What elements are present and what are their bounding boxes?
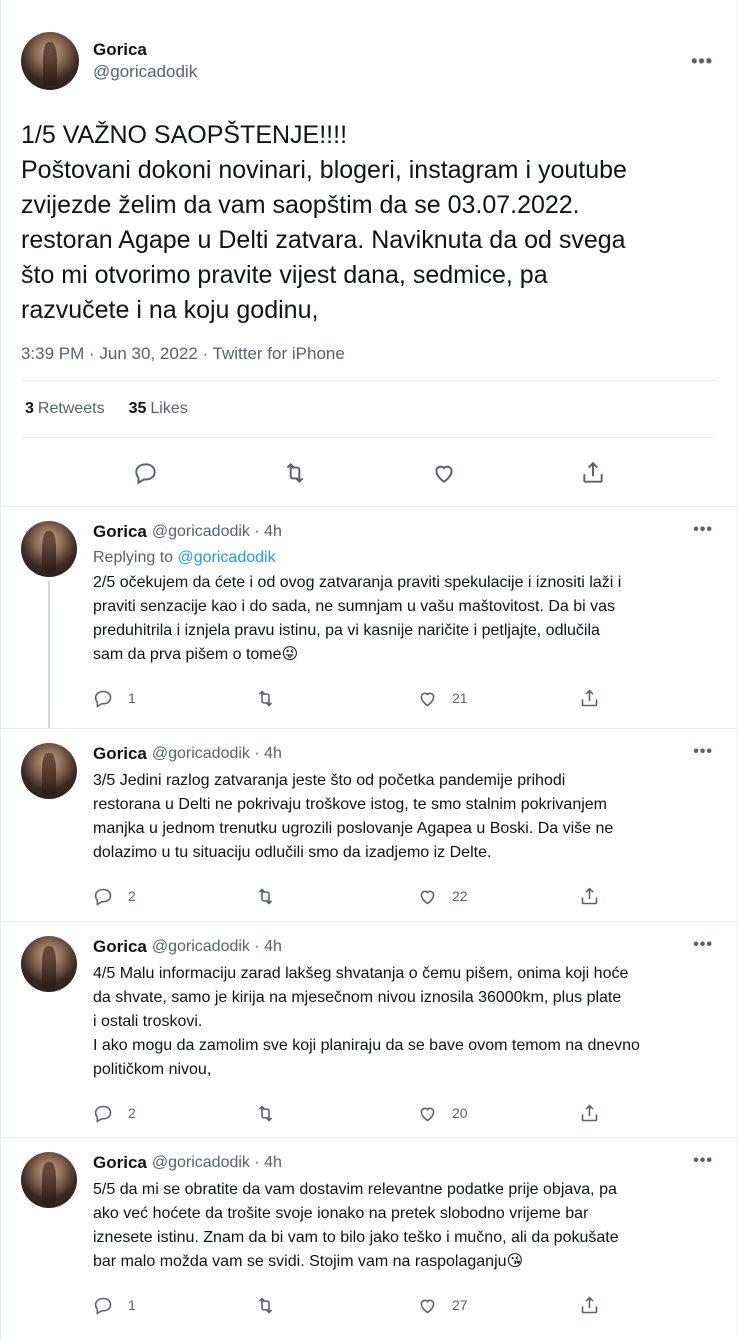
like-icon (420, 692, 435, 706)
avatar[interactable] (21, 936, 77, 992)
reply-count: 2 (128, 888, 136, 904)
tweet-text: 1/5 VAŽNO SAOPŠTENJE!!!! Poštovani dokon… (21, 121, 627, 324)
retweet-button[interactable] (255, 688, 417, 709)
main-tweet-header: Gorica @goricadodik ••• (21, 30, 717, 92)
more-icon[interactable]: ••• (693, 1152, 713, 1170)
reply-tweet[interactable]: Gorica @goricadodik · 4h 3/5 Jedini razl… (1, 729, 737, 922)
reply-author-name[interactable]: Gorica (93, 744, 147, 764)
replying-to-link[interactable]: @goricadodik (178, 549, 276, 566)
share-button[interactable] (579, 886, 600, 907)
like-icon (420, 890, 435, 904)
likes-count: 35 (128, 400, 147, 417)
reply-count: 1 (128, 1297, 136, 1313)
retweet-icon[interactable] (282, 460, 308, 486)
retweet-button[interactable] (255, 886, 417, 907)
retweet-icon (258, 887, 273, 905)
share-icon (581, 1104, 598, 1121)
reply-count: 2 (128, 1105, 136, 1121)
reply-text: 2/5 očekujem da ćete i od ovog zatvaranj… (93, 574, 622, 663)
like-icon (420, 1299, 435, 1313)
retweet-button[interactable] (255, 1103, 417, 1124)
replying-to-label: Replying to (93, 549, 178, 566)
replying-to: Replying to @goricadodik (93, 549, 715, 567)
like-icon (420, 1107, 435, 1121)
reply-tweet[interactable]: Gorica @goricadodik · 4h 4/5 Malu inform… (1, 922, 737, 1138)
likes-stat[interactable]: 35 Likes (129, 400, 188, 418)
reply-handle-time[interactable]: @goricadodik · 4h (152, 523, 282, 541)
reply-actions: 1 27 (93, 1282, 715, 1328)
reply-actions: 1 21 (93, 675, 715, 721)
reply-actions: 2 22 (93, 873, 715, 919)
share-icon (581, 887, 598, 904)
like-count: 27 (452, 1297, 468, 1313)
reply-icon (94, 690, 112, 708)
like-button[interactable]: 22 (417, 886, 579, 907)
share-button[interactable] (579, 688, 600, 709)
share-button[interactable] (579, 1103, 600, 1124)
more-icon[interactable]: ••• (691, 51, 713, 72)
more-icon[interactable]: ••• (693, 743, 713, 761)
like-button[interactable]: 27 (417, 1295, 579, 1316)
like-count: 22 (452, 888, 468, 904)
main-tweet: Gorica @goricadodik ••• 1/5 VAŽNO SAOPŠT… (1, 0, 737, 507)
retweet-icon (258, 1104, 273, 1122)
reply-text: 5/5 da mi se obratite da vam dostavim re… (93, 1181, 619, 1270)
retweet-icon (258, 1296, 273, 1314)
more-icon[interactable]: ••• (693, 521, 713, 539)
like-button[interactable]: 20 (417, 1103, 579, 1124)
more-icon[interactable]: ••• (693, 936, 713, 954)
reply-handle-time[interactable]: @goricadodik · 4h (152, 938, 282, 956)
like-count: 21 (452, 690, 468, 706)
likes-label: Likes (150, 400, 188, 417)
reply-actions: 2 20 (93, 1090, 715, 1136)
tweet-thread: Gorica @goricadodik ••• 1/5 VAŽNO SAOPŠT… (0, 0, 738, 1339)
retweets-stat[interactable]: 3 Retweets (25, 400, 105, 418)
share-icon (581, 1296, 598, 1313)
reply-handle-time[interactable]: @goricadodik · 4h (152, 745, 282, 763)
reply-icon (94, 888, 112, 906)
reply-text: 4/5 Malu informaciju zarad lakšeg shvata… (93, 965, 640, 1078)
reply-icon (94, 1105, 112, 1123)
tweet-stats: 3 Retweets 35 Likes (21, 381, 717, 437)
reply-count: 1 (128, 690, 136, 706)
avatar[interactable] (21, 32, 79, 90)
reply-handle-time[interactable]: @goricadodik · 4h (152, 1154, 282, 1172)
avatar[interactable] (21, 521, 77, 577)
reply-button[interactable]: 2 (93, 886, 255, 907)
author-handle[interactable]: @goricadodik (93, 62, 197, 82)
share-icon (581, 689, 598, 706)
like-icon[interactable] (431, 460, 457, 486)
reply-icon (94, 1297, 112, 1315)
tweet-meta[interactable]: 3:39 PM · Jun 30, 2022 · Twitter for iPh… (21, 344, 717, 364)
like-button[interactable]: 21 (417, 688, 579, 709)
reply-button[interactable]: 2 (93, 1103, 255, 1124)
reply-text: 3/5 Jedini razlog zatvaranja jeste što o… (93, 772, 614, 861)
avatar[interactable] (21, 1152, 77, 1208)
like-count: 20 (452, 1105, 468, 1121)
main-tweet-actions (21, 438, 717, 508)
retweet-icon (258, 689, 273, 707)
retweets-count: 3 (25, 400, 34, 417)
reply-button[interactable]: 1 (93, 688, 255, 709)
reply-tweet[interactable]: Gorica @goricadodik · 4h 5/5 da mi se ob… (1, 1138, 737, 1336)
avatar[interactable] (21, 743, 77, 799)
share-button[interactable] (579, 1295, 600, 1316)
reply-author-name[interactable]: Gorica (93, 1153, 147, 1173)
reply-tweet[interactable]: Gorica @goricadodik · 4h Replying to @go… (1, 507, 737, 729)
share-icon[interactable] (580, 460, 606, 486)
reply-author-name[interactable]: Gorica (93, 937, 147, 957)
author-name[interactable]: Gorica (93, 40, 197, 60)
retweets-label: Retweets (37, 400, 105, 417)
reply-icon[interactable] (133, 460, 159, 486)
reply-button[interactable]: 1 (93, 1295, 255, 1316)
reply-author-name[interactable]: Gorica (93, 522, 147, 542)
thread-line (48, 581, 50, 728)
retweet-button[interactable] (255, 1295, 417, 1316)
